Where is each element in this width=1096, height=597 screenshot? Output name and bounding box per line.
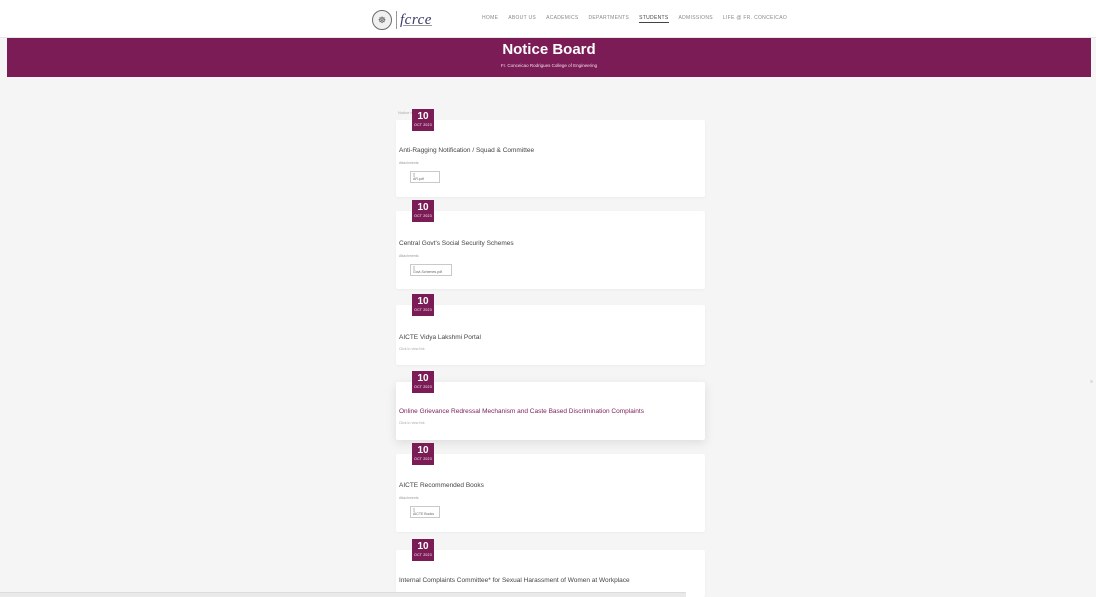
attachments-label: Attachments	[399, 161, 419, 165]
attachment-link[interactable]: ▯ AICTE Books	[410, 506, 440, 518]
attachments-label: Attachments	[399, 254, 419, 258]
date-day: 10	[417, 445, 429, 456]
notice-card[interactable]: 10 OCT 2023 Internal Complaints Committe…	[396, 539, 705, 597]
notice-title[interactable]: AICTE Vidya Lakshmi Portal	[399, 334, 481, 341]
page-hero-banner: Notice Board Fr. Conceicao Rodrigues Col…	[7, 38, 1091, 77]
notice-title[interactable]: Central Govt's Social Security Schemes	[399, 240, 514, 247]
nav-students[interactable]: Students	[639, 15, 669, 23]
logo-wordmark: fcrce	[396, 11, 432, 29]
date-month: OCT 2023	[414, 308, 432, 312]
notice-card[interactable]: 10 OCT 2023 Online Grievance Redressal M…	[396, 371, 705, 440]
date-month: OCT 2023	[414, 457, 432, 461]
date-month: OCT 2023	[414, 553, 432, 557]
date-day: 10	[417, 541, 429, 552]
scroll-indicator-icon	[1090, 380, 1093, 383]
date-badge: 10 OCT 2023	[412, 443, 434, 465]
main-nav: Home About Us Academics Departments Stud…	[482, 15, 787, 23]
top-navigation-bar: ☸ fcrce Home About Us Academics Departme…	[0, 0, 1096, 38]
nav-academics[interactable]: Academics	[546, 15, 578, 23]
date-day: 10	[417, 296, 429, 307]
attachment-link[interactable]: ▯ AR.pdf	[410, 171, 440, 183]
nav-admissions[interactable]: Admissions	[679, 15, 713, 23]
college-seal-icon: ☸	[372, 10, 392, 30]
attachment-name: AR.pdf	[413, 177, 424, 181]
attachment-name: Govt-Schemes.pdf	[413, 270, 442, 274]
notice-title[interactable]: AICTE Recommended Books	[399, 482, 484, 489]
notice-title[interactable]: Online Grievance Redressal Mechanism and…	[399, 408, 644, 415]
attachment-link[interactable]: ▯ Govt-Schemes.pdf	[410, 264, 452, 276]
date-badge: 10 OCT 2023	[412, 294, 434, 316]
notice-card[interactable]: 10 OCT 2023 Central Govt's Social Securi…	[396, 200, 705, 289]
notice-card[interactable]: 10 OCT 2023 AICTE Vidya Lakshmi Portal C…	[396, 294, 705, 365]
college-logo[interactable]: ☸ fcrce	[372, 8, 432, 32]
page-subtitle: Fr. Conceicao Rodrigues College of Engin…	[500, 63, 598, 68]
date-month: OCT 2023	[414, 123, 432, 127]
nav-about[interactable]: About Us	[508, 15, 536, 23]
attachment-name: AICTE Books	[413, 512, 435, 516]
date-badge: 10 OCT 2023	[412, 200, 434, 222]
date-day: 10	[417, 373, 429, 384]
date-month: OCT 2023	[414, 385, 432, 389]
notice-card[interactable]: 10 OCT 2023 Anti-Ragging Notification / …	[396, 109, 705, 197]
nav-home[interactable]: Home	[482, 15, 498, 23]
date-badge: 10 OCT 2023	[412, 539, 434, 561]
view-link[interactable]: Click to view link	[399, 421, 425, 425]
attachments-label: Attachments	[399, 496, 419, 500]
page-title: Notice Board	[502, 41, 596, 58]
nav-life[interactable]: Life @ Fr. Conceicao	[723, 15, 787, 23]
date-badge: 10 OCT 2023	[412, 109, 434, 131]
date-day: 10	[417, 202, 429, 213]
notice-card[interactable]: 10 OCT 2023 AICTE Recommended Books Atta…	[396, 443, 705, 532]
date-day: 10	[417, 111, 429, 122]
notice-title[interactable]: Anti-Ragging Notification / Squad & Comm…	[399, 147, 534, 154]
horizontal-scrollbar[interactable]	[0, 592, 686, 597]
date-badge: 10 OCT 2023	[412, 371, 434, 393]
view-link[interactable]: Click to view link	[399, 347, 425, 351]
notice-title[interactable]: Internal Complaints Committee* for Sexua…	[399, 577, 630, 584]
date-month: OCT 2023	[414, 214, 432, 218]
nav-departments[interactable]: Departments	[589, 15, 630, 23]
